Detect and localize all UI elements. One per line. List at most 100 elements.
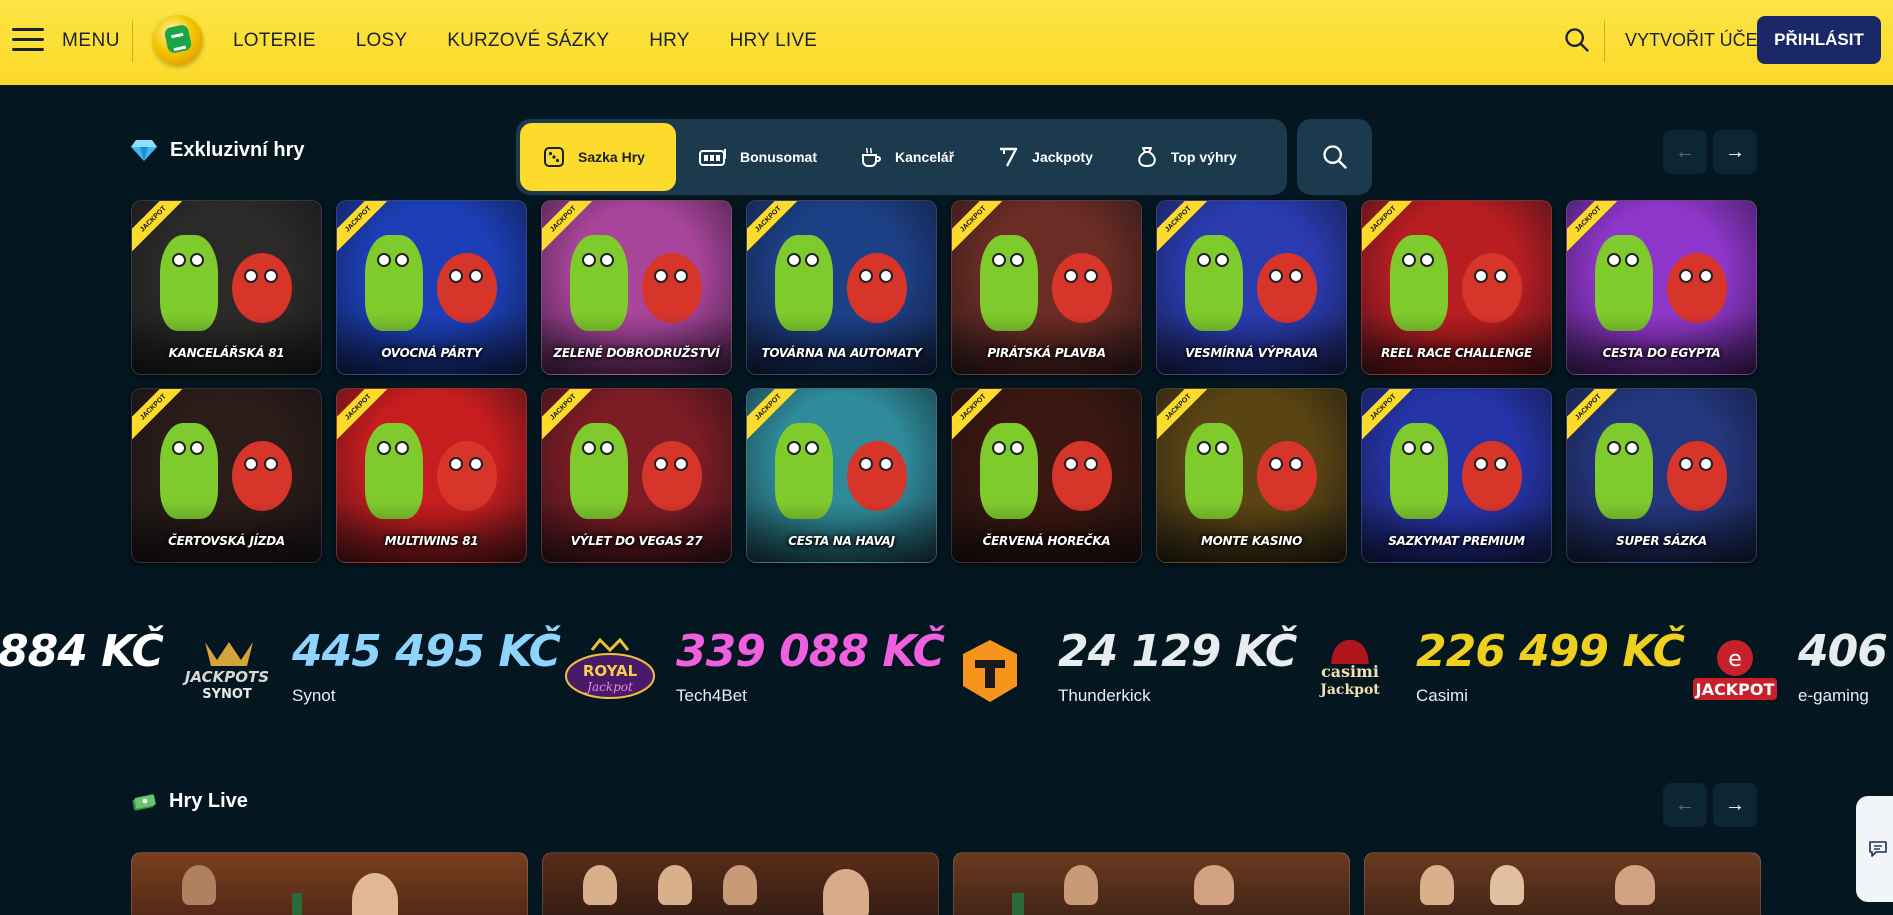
jackpot-amount: 226 499 KČ (1416, 626, 1685, 677)
nav-item-loterie[interactable]: LOTERIE (233, 30, 316, 52)
game-grid: JACKPOT KANCELÁŘSKÁ 81 JACKPOT OVOCNÁ PÁRTY… (131, 200, 1759, 563)
game-title: MONTE KASINO (1200, 534, 1303, 548)
svg-text:ROYAL: ROYAL (583, 662, 638, 680)
jackpot-amount: 884 KČ (0, 626, 164, 677)
live-game-card[interactable] (953, 852, 1350, 915)
game-title: ČERTOVSKÁ JÍZDA (168, 534, 285, 548)
game-card[interactable]: JACKPOT ČERTOVSKÁ JÍZDA (131, 388, 322, 563)
tab-top-vyhry[interactable]: Top výhry (1113, 123, 1257, 191)
tab-label: Kancelář (895, 149, 955, 165)
nav-item-hry[interactable]: HRY (649, 30, 689, 52)
tab-label: Sazka Hry (578, 149, 645, 165)
section-header-exclusive: Exkluzivní hry (130, 138, 305, 162)
nav-item-hry-live[interactable]: HRY LIVE (730, 30, 818, 52)
character-illustration (1667, 253, 1727, 323)
carousel-arrows: ← → (1663, 130, 1757, 174)
character-illustration (1257, 253, 1317, 323)
game-card[interactable]: JACKPOT PIRÁTSKÁ PLAVBA (951, 200, 1142, 375)
svg-text:SYNOT: SYNOT (202, 687, 252, 702)
arrow-right-icon[interactable]: → (1713, 783, 1757, 827)
game-category-tabs: Sazka Hry Bonusomat Kancelář Jackpoty To… (516, 119, 1287, 195)
game-title: SAZKYMAT PREMIUM (1388, 534, 1525, 548)
tab-jackpoty[interactable]: Jackpoty (974, 123, 1113, 191)
live-game-card[interactable] (542, 852, 939, 915)
nav-item-kurzove-sazky[interactable]: KURZOVÉ SÁZKY (447, 30, 609, 52)
jackpot-amount: 339 088 KČ (676, 626, 945, 677)
game-card[interactable]: JACKPOT SAZKYMAT PREMIUM (1361, 388, 1552, 563)
money-stack-icon (132, 793, 156, 811)
svg-text:JACKPOT: JACKPOT (1695, 680, 1775, 699)
game-title: ČERVENÁ HOREČKA (982, 534, 1111, 548)
seven-icon (1000, 147, 1018, 167)
jackpot-provider: Synot (292, 686, 336, 705)
character-illustration (232, 253, 292, 323)
live-game-card[interactable] (1364, 852, 1761, 915)
game-title: REEL RACE CHALLENGE (1381, 346, 1532, 360)
arrow-left-icon[interactable]: ← (1663, 783, 1707, 827)
game-card[interactable]: JACKPOT ZELENÉ DOBRODRUŽSTVÍ (541, 200, 732, 375)
chat-widget-button[interactable] (1856, 796, 1893, 902)
game-card[interactable]: JACKPOT REEL RACE CHALLENGE (1361, 200, 1552, 375)
jackpot-provider: Thunderkick (1058, 686, 1151, 705)
login-button[interactable]: PŘIHLÁSIT (1757, 16, 1881, 64)
jackpot-provider: Tech4Bet (676, 686, 747, 705)
game-card[interactable]: JACKPOT CESTA NA HAVAJ (746, 388, 937, 563)
sazka-logo[interactable] (153, 15, 203, 65)
tab-kancelar[interactable]: Kancelář (837, 123, 974, 191)
search-icon[interactable] (1563, 26, 1591, 54)
royal-jackpot-logo: ROYAL Jackpot (565, 637, 655, 699)
svg-text:e: e (1728, 647, 1742, 672)
hamburger-menu-icon[interactable] (12, 28, 44, 52)
jackpot-amount: 445 495 KČ (292, 626, 561, 677)
tab-label: Jackpoty (1032, 149, 1093, 165)
svg-text:casimi: casimi (1321, 662, 1379, 681)
svg-text:JACKPOTS: JACKPOTS (182, 668, 269, 686)
game-card[interactable]: JACKPOT CESTA DO EGYPTA (1566, 200, 1757, 375)
character-illustration (642, 441, 702, 511)
game-search-button[interactable] (1297, 119, 1372, 195)
live-game-card[interactable] (131, 852, 528, 915)
carousel-arrows: ← → (1663, 783, 1757, 827)
game-card[interactable]: JACKPOT ČERVENÁ HOREČKA (951, 388, 1142, 563)
ticket-machine-icon (699, 149, 726, 166)
section-header-live: Hry Live (131, 790, 248, 813)
coffee-cup-icon (862, 147, 881, 167)
divider (132, 20, 133, 62)
game-card[interactable]: JACKPOT MONTE KASINO (1156, 388, 1347, 563)
game-title: CESTA DO EGYPTA (1602, 346, 1721, 360)
menu-label[interactable]: MENU (62, 30, 120, 52)
tab-bonusomat[interactable]: Bonusomat (676, 123, 837, 191)
game-card[interactable]: JACKPOT MULTIWINS 81 (336, 388, 527, 563)
main-nav: LOTERIE LOSY KURZOVÉ SÁZKY HRY HRY LIVE (233, 30, 857, 52)
game-card[interactable]: JACKPOT OVOCNÁ PÁRTY (336, 200, 527, 375)
character-illustration (1052, 253, 1112, 323)
live-games-row (131, 852, 1761, 915)
game-card[interactable]: JACKPOT KANCELÁŘSKÁ 81 (131, 200, 322, 375)
game-title: SUPER SÁZKA (1616, 534, 1707, 548)
game-title: KANCELÁŘSKÁ 81 (168, 346, 285, 360)
nav-item-losy[interactable]: LOSY (356, 30, 408, 52)
character-illustration (1462, 253, 1522, 323)
tab-label: Bonusomat (740, 149, 817, 165)
game-card[interactable]: JACKPOT VESMÍRNÁ VÝPRAVA (1156, 200, 1347, 375)
arrow-right-icon[interactable]: → (1713, 130, 1757, 174)
jackpot-ticker: 884 KČ JACKPOTS SYNOT 445 495 KČ Synot R… (0, 620, 1893, 720)
game-card[interactable]: JACKPOT TOVÁRNA NA AUTOMATY (746, 200, 937, 375)
jackpot-provider: e-gaming (1798, 686, 1869, 705)
top-navigation-bar: MENU LOTERIE LOSY KURZOVÉ SÁZKY HRY HRY … (0, 0, 1893, 85)
tab-sazka-hry[interactable]: Sazka Hry (520, 123, 676, 191)
chat-icon (1869, 841, 1887, 857)
game-card[interactable]: JACKPOT SUPER SÁZKA (1566, 388, 1757, 563)
game-title: MULTIWINS 81 (384, 534, 479, 548)
section-title: Exkluzivní hry (170, 138, 305, 161)
game-card[interactable]: JACKPOT VÝLET DO VEGAS 27 (541, 388, 732, 563)
create-account-link[interactable]: VYTVOŘIT ÚČET (1625, 30, 1769, 51)
character-illustration (847, 253, 907, 323)
diamond-icon (131, 140, 157, 161)
game-title: PIRÁTSKÁ PLAVBA (987, 346, 1106, 360)
character-illustration (1667, 441, 1727, 511)
arrow-left-icon[interactable]: ← (1663, 130, 1707, 174)
character-illustration (232, 441, 292, 511)
game-title: VÝLET DO VEGAS 27 (570, 534, 703, 548)
svg-text:Jackpot: Jackpot (1318, 682, 1380, 698)
